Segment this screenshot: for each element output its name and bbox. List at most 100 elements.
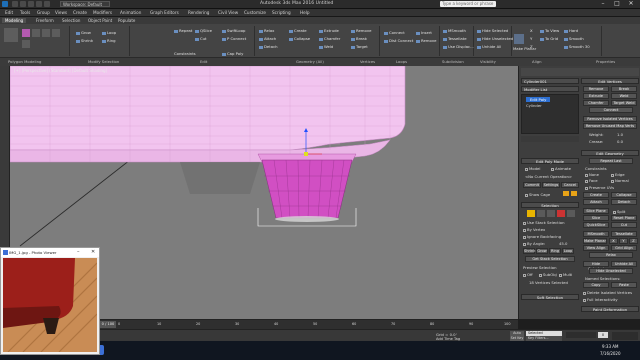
unhide-all-button[interactable]: Unhide All [477,44,501,49]
remove-unused-map-button[interactable]: Remove Unused Map Verts [583,123,637,129]
cut-geo-button[interactable]: Cut [611,222,637,228]
planar-x-button[interactable]: X [609,238,618,244]
shrink-selection-button[interactable]: Shrink [523,248,535,254]
photo-minimize-button[interactable]: – [77,249,83,255]
preview-subobj-radio[interactable]: SubObj [539,272,557,277]
edit-poly-icon[interactable] [4,28,18,42]
viewport-nav-controls[interactable] [612,332,638,340]
loop-remove-button[interactable]: Remove [416,38,436,43]
create-geo-button[interactable]: Create [583,192,609,198]
clock-time[interactable]: 9:33 AM [602,344,618,349]
preserve-uvs-checkbox[interactable]: Preserve UVs [585,185,614,190]
by-angle-checkbox[interactable]: By Angle: [523,241,545,246]
commit-button[interactable]: Commit [523,182,541,188]
hide-selected-button[interactable]: Hide Selected [477,28,508,33]
make-planar-geo-button[interactable]: Make Planar [583,238,607,244]
hide-selected-geo-button[interactable]: Hide Selected [583,261,609,271]
weight-field[interactable]: 1.0 [617,132,623,137]
photo-close-button[interactable]: ✕ [91,249,97,255]
open-icon[interactable] [20,1,26,7]
remove-button[interactable]: Remove [351,28,371,33]
chamfer-button[interactable]: Chamfer [319,36,340,41]
stack-item-cylinder[interactable]: Cylinder [526,103,542,108]
menu-modifiers[interactable]: Modifiers [93,10,112,15]
collapse-button[interactable]: Collapse [289,36,310,41]
extrude-button[interactable]: Extrude [319,28,339,33]
vertex-select-icon[interactable] [527,210,535,217]
edit-geometry-rollout[interactable]: Edit Geometry [581,150,639,156]
connect-button[interactable]: Connect [384,30,405,35]
split-checkbox[interactable]: Split [613,209,625,214]
smooth-button[interactable]: Smooth [564,36,584,41]
align-z-button[interactable]: Z [530,44,533,49]
p-connect-button[interactable]: P Connect [222,36,246,41]
edge-select-icon[interactable] [537,210,545,217]
use-displace-button[interactable]: Use Displac... [443,44,474,49]
get-stack-selection-button[interactable]: Get Stack Selection [525,256,575,262]
soft-selection-rollout[interactable]: Soft Selection [521,294,579,300]
selection-rollout[interactable]: Selection [521,202,579,208]
menu-help[interactable]: Help [300,10,310,15]
paste-button[interactable]: Paste [611,282,637,288]
menu-animation[interactable]: Animation [120,10,141,15]
playback-controls[interactable] [566,332,596,338]
relax-geo-button[interactable]: Relax [589,252,633,258]
menu-scripting[interactable]: Scripting [272,10,291,15]
border-mode-icon[interactable] [42,29,50,37]
detach-button[interactable]: Detach [259,44,278,49]
qslice-button[interactable]: QSlice [195,28,212,33]
maximize-button[interactable]: □ [610,0,624,8]
current-frame-field[interactable]: 0 [598,332,608,338]
extrude-vertex-button[interactable]: Extrude [583,93,609,99]
menu-graph-editors[interactable]: Graph Editors [150,10,179,15]
swiftloop-button[interactable]: SwiftLoop [222,28,245,33]
remove-vertex-button[interactable]: Remove [583,86,609,92]
slice-button[interactable]: Slice [583,215,609,221]
chamfer-vertex-button[interactable]: Chamfer [583,100,609,106]
viewport-label[interactable]: [+] [Perspective] [Standard] [Default Sh… [14,68,107,73]
menu-civil-view[interactable]: Civil View [218,10,238,15]
planar-z-button[interactable]: Z [629,238,638,244]
modifier-list-dropdown[interactable]: Modifier List [521,86,579,92]
edit-vertices-rollout[interactable]: Edit Vertices [581,78,639,84]
dist-connect-button[interactable]: Dist Connect [384,38,413,43]
hide-unselected-button[interactable]: Hide Unselected [477,36,513,41]
target-button[interactable]: Target [351,44,368,49]
tessellate-geo-button[interactable]: Tessellate [611,231,637,237]
constraint-edge-radio[interactable]: Edge [611,172,625,177]
to-view-button[interactable]: To View [540,28,559,33]
by-vertex-checkbox[interactable]: By Vertex [523,227,545,232]
settings-button[interactable]: Settings [542,182,560,188]
grow-button[interactable]: Grow [76,30,91,35]
animate-radio[interactable]: Animate [551,166,571,171]
delete-isolated-checkbox[interactable]: Delete Isolated Vertices [583,290,632,295]
angle-value-field[interactable]: 45.0 [559,241,567,246]
slice-plane-button[interactable]: Slice Plane [583,208,609,214]
hard-button[interactable]: Hard [564,28,578,33]
connect-vertex-button[interactable]: Connect [589,107,633,113]
break-vertex-button[interactable]: Break [611,86,637,92]
menu-customize[interactable]: Customize [244,10,266,15]
element-select-icon[interactable] [567,210,575,217]
collapse-geo-button[interactable]: Collapse [611,192,637,198]
crease-field[interactable]: 0.0 [617,139,623,144]
full-interactivity-checkbox[interactable]: Full Interactivity [583,297,618,302]
use-stack-selection-checkbox[interactable]: Use Stack Selection [523,220,565,225]
minimize-button[interactable]: – [596,0,610,8]
ring-selection-button[interactable]: Ring [549,248,561,254]
workspace-dropdown[interactable]: Workspace: Default [60,1,110,7]
preview-multi-radio[interactable]: Multi [559,272,572,277]
weld-button[interactable]: Weld [319,44,333,49]
close-button[interactable]: ✕ [624,0,638,8]
constraint-none-radio[interactable]: None [585,172,599,177]
cancel-button[interactable]: Cancel [561,182,579,188]
insert-button[interactable]: Insert [416,30,432,35]
constraint-face-radio[interactable]: Face [585,178,598,183]
planar-y-button[interactable]: Y [619,238,628,244]
menu-tools[interactable]: Tools [20,10,30,15]
tab-modeling[interactable]: Modeling [2,18,27,23]
repeat-last-button[interactable]: Repeat Last [589,158,633,164]
tab-selection[interactable]: Selection [62,18,80,23]
menu-group[interactable]: Group [37,10,50,15]
group-label-polygon-modeling[interactable]: Polygon Modeling [8,59,41,64]
